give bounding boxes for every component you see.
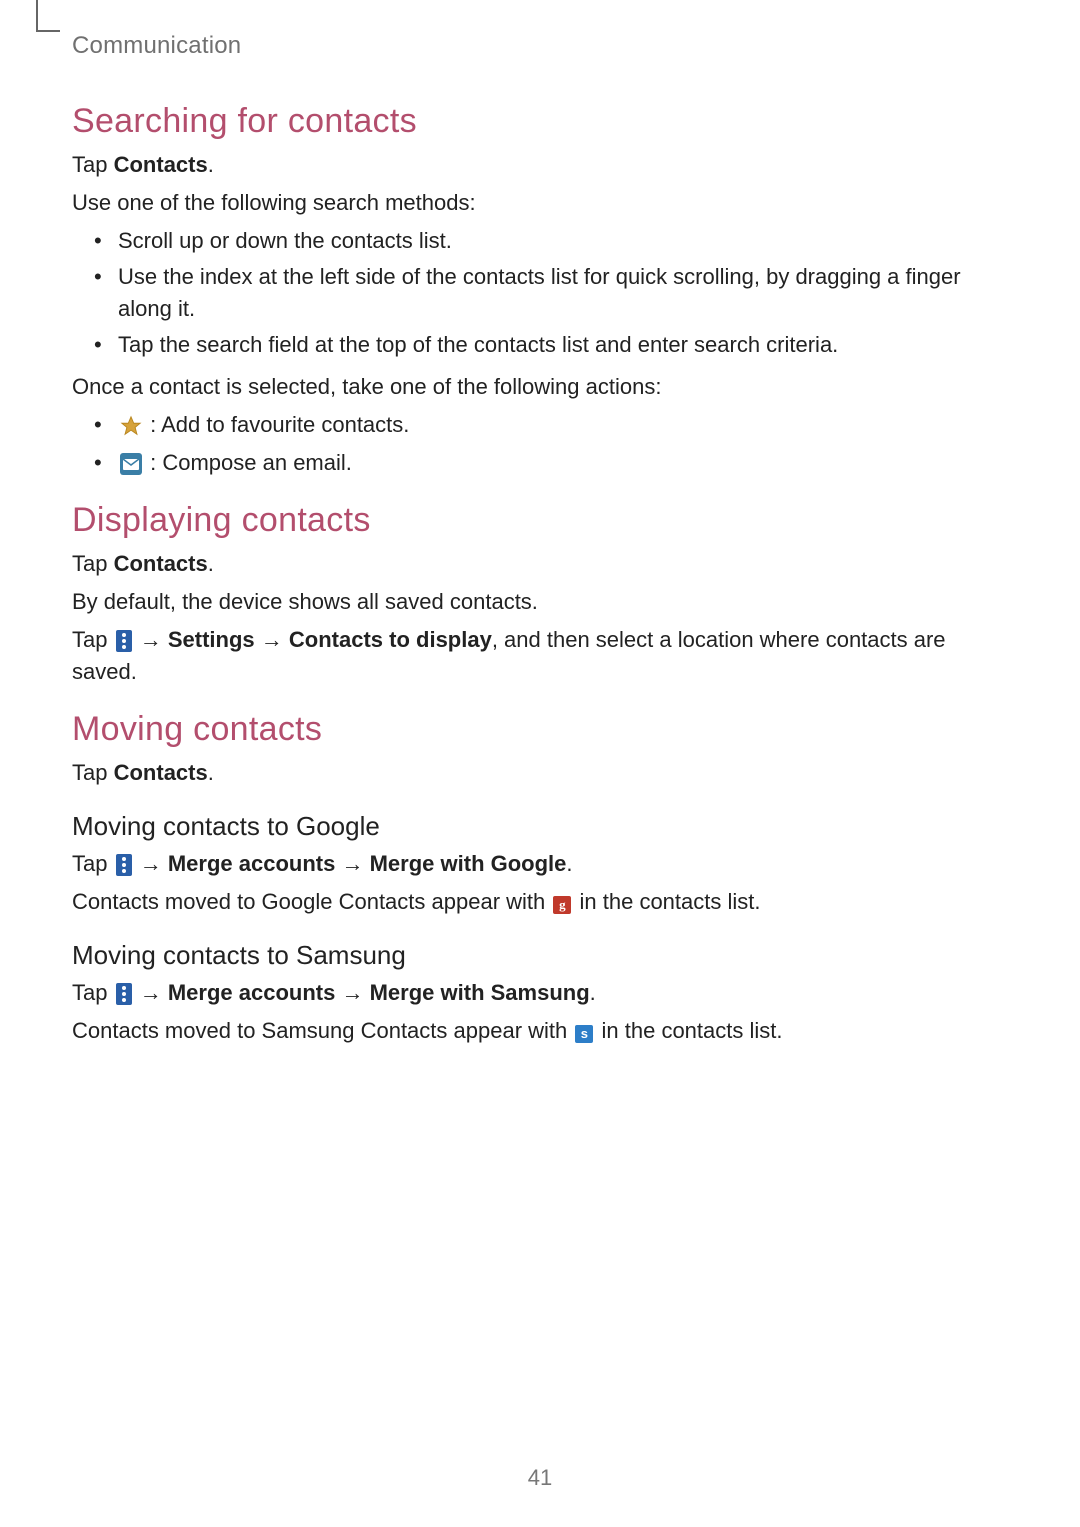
google-badge-icon: g bbox=[553, 896, 571, 914]
chapter-corner-mark bbox=[36, 0, 60, 32]
arrow-icon: → bbox=[140, 848, 162, 880]
text-segment: Tap bbox=[72, 152, 107, 177]
samsung-badge-icon: s bbox=[575, 1025, 593, 1043]
arrow-icon: → bbox=[140, 977, 162, 1009]
contacts-label: Contacts bbox=[114, 152, 208, 177]
page: Communication Searching for contacts Tap… bbox=[0, 0, 1080, 1527]
menu-icon bbox=[116, 983, 132, 1005]
display-path-line: Tap → Settings → Contacts to display, an… bbox=[72, 624, 1008, 688]
google-result-line: Contacts moved to Google Contacts appear… bbox=[72, 886, 1008, 918]
text-segment: Tap bbox=[72, 551, 107, 576]
text-segment: . bbox=[590, 980, 596, 1005]
merge-with-google-label: Merge with Google bbox=[370, 851, 567, 876]
arrow-icon: → bbox=[261, 624, 283, 656]
text-segment: in the contacts list. bbox=[602, 1018, 783, 1043]
default-display-text: By default, the device shows all saved c… bbox=[72, 586, 1008, 618]
text-segment: Tap bbox=[72, 627, 107, 652]
text-segment: : Compose an email. bbox=[150, 450, 352, 475]
search-intro-text: Use one of the following search methods: bbox=[72, 187, 1008, 219]
contacts-label: Contacts bbox=[114, 760, 208, 785]
text-segment: : Add to favourite contacts. bbox=[150, 412, 409, 437]
text-segment: Tap bbox=[72, 760, 107, 785]
samsung-path-line: Tap → Merge accounts → Merge with Samsun… bbox=[72, 977, 1008, 1009]
arrow-icon: → bbox=[140, 624, 162, 656]
contact-actions-list: : Add to favourite contacts. : Compose a… bbox=[72, 409, 1008, 479]
heading-moving: Moving contacts bbox=[72, 710, 1008, 749]
page-body: Searching for contacts Tap Contacts. Use… bbox=[72, 102, 1008, 1047]
text-segment: . bbox=[208, 760, 214, 785]
google-path-line: Tap → Merge accounts → Merge with Google… bbox=[72, 848, 1008, 880]
list-item: Scroll up or down the contacts list. bbox=[100, 225, 1008, 257]
text-segment: in the contacts list. bbox=[580, 889, 761, 914]
once-selected-text: Once a contact is selected, take one of … bbox=[72, 371, 1008, 403]
subheading-samsung: Moving contacts to Samsung bbox=[72, 940, 1008, 971]
chapter-label: Communication bbox=[72, 32, 241, 60]
settings-label: Settings bbox=[168, 627, 255, 652]
text-segment: . bbox=[208, 551, 214, 576]
text-segment: . bbox=[208, 152, 214, 177]
subheading-google: Moving contacts to Google bbox=[72, 811, 1008, 842]
merge-accounts-label: Merge accounts bbox=[168, 980, 336, 1005]
samsung-result-line: Contacts moved to Samsung Contacts appea… bbox=[72, 1015, 1008, 1047]
tap-contacts-line-3: Tap Contacts. bbox=[72, 757, 1008, 789]
arrow-icon: → bbox=[341, 848, 363, 880]
text-segment: Contacts moved to Google Contacts appear… bbox=[72, 889, 545, 914]
heading-displaying: Displaying contacts bbox=[72, 501, 1008, 540]
list-item: : Compose an email. bbox=[100, 447, 1008, 479]
page-number: 41 bbox=[0, 1465, 1080, 1491]
tap-contacts-line-1: Tap Contacts. bbox=[72, 149, 1008, 181]
text-segment: Tap bbox=[72, 851, 107, 876]
contacts-label: Contacts bbox=[114, 551, 208, 576]
list-item: Use the index at the left side of the co… bbox=[100, 261, 1008, 325]
contacts-to-display-label: Contacts to display bbox=[289, 627, 492, 652]
mail-icon bbox=[120, 453, 142, 475]
arrow-icon: → bbox=[341, 977, 363, 1009]
heading-searching: Searching for contacts bbox=[72, 102, 1008, 141]
text-segment: Tap bbox=[72, 980, 107, 1005]
menu-icon bbox=[116, 630, 132, 652]
text-segment: Contacts moved to Samsung Contacts appea… bbox=[72, 1018, 567, 1043]
list-item: Tap the search field at the top of the c… bbox=[100, 329, 1008, 361]
merge-with-samsung-label: Merge with Samsung bbox=[370, 980, 590, 1005]
list-item: : Add to favourite contacts. bbox=[100, 409, 1008, 441]
text-segment: . bbox=[566, 851, 572, 876]
star-icon bbox=[120, 415, 142, 437]
merge-accounts-label: Merge accounts bbox=[168, 851, 336, 876]
menu-icon bbox=[116, 854, 132, 876]
tap-contacts-line-2: Tap Contacts. bbox=[72, 548, 1008, 580]
search-methods-list: Scroll up or down the contacts list. Use… bbox=[72, 225, 1008, 361]
